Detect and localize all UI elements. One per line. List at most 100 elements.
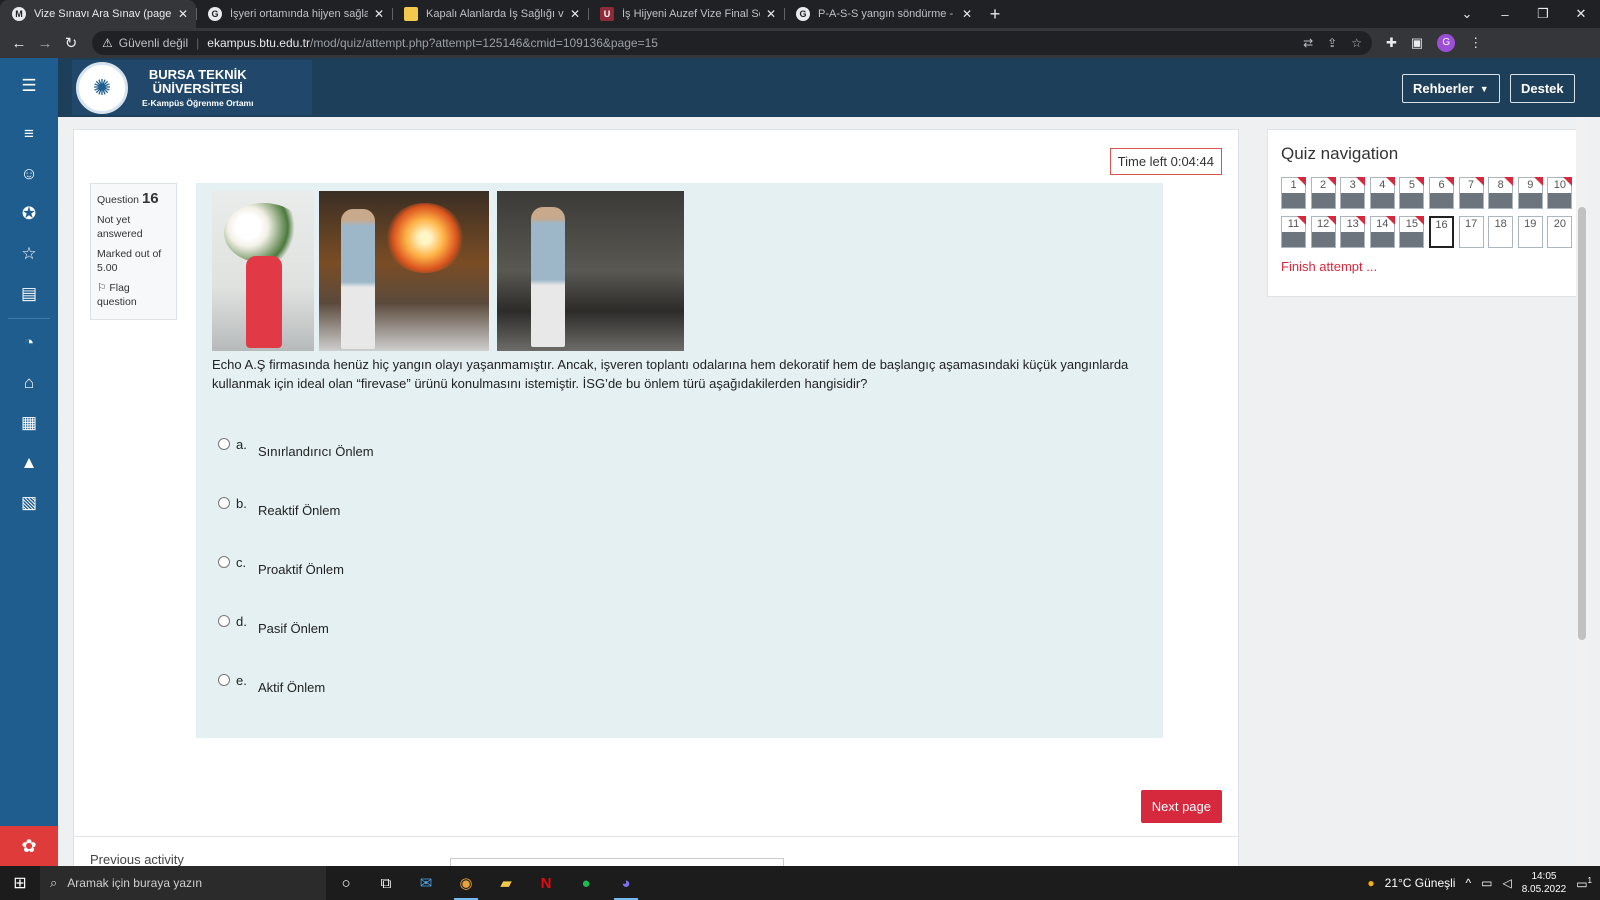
participants-icon[interactable]: ☺ <box>0 154 58 194</box>
tab-search-icon[interactable]: ⌄ <box>1448 6 1486 22</box>
quiz-nav-button-20[interactable]: 20 <box>1547 216 1573 248</box>
quiz-nav-button-2[interactable]: 2 <box>1310 177 1336 209</box>
share-icon[interactable]: ⇪ <box>1327 36 1337 50</box>
menu-dots-icon[interactable]: ⋮ <box>1469 35 1482 51</box>
quiz-nav-button-5[interactable]: 5 <box>1399 177 1425 209</box>
reload-icon[interactable]: ↻ <box>58 34 84 52</box>
quiz-nav-button-19[interactable]: 19 <box>1517 216 1543 248</box>
cortana-icon[interactable]: ○ <box>326 866 366 900</box>
new-tab-icon[interactable]: + <box>980 0 1010 28</box>
answer-option-b[interactable]: b. Reaktif Önlem <box>218 496 340 518</box>
close-tab-icon[interactable]: ✕ <box>766 7 776 21</box>
badge-icon[interactable]: ✪ <box>0 194 58 234</box>
discord-icon[interactable]: ◕ <box>606 866 646 900</box>
address-bar[interactable]: ⚠ Güvenli değil | ekampus.btu.edu.tr/mod… <box>92 31 1372 55</box>
quiz-nav-button-9[interactable]: 9 <box>1517 177 1543 209</box>
answer-option-c[interactable]: c. Proaktif Önlem <box>218 555 344 577</box>
university-logo[interactable]: ✺ BURSA TEKNİK ÜNİVERSİTESİ E-Kampüs Öğr… <box>72 60 312 115</box>
quiz-nav-button-17[interactable]: 17 <box>1458 216 1484 248</box>
task-view-icon[interactable]: ⧉ <box>366 866 406 900</box>
extensions-icon[interactable]: ✚ <box>1386 35 1397 51</box>
quiz-nav-button-4[interactable]: 4 <box>1369 177 1395 209</box>
file-explorer-icon[interactable]: ▰ <box>486 866 526 900</box>
dashboard-icon[interactable]: ◔ <box>0 323 58 363</box>
quiz-nav-button-14[interactable]: 14 <box>1369 216 1395 248</box>
scrollbar-thumb[interactable] <box>1578 207 1586 640</box>
close-window-icon[interactable]: ✕ <box>1562 6 1600 22</box>
profile-avatar[interactable]: G <box>1437 34 1456 52</box>
browser-tab-2[interactable]: G İşyeri ortamında hijyen sağlamad ✕ <box>196 0 392 28</box>
minimize-icon[interactable]: – <box>1486 7 1524 22</box>
side-panel-icon[interactable]: ▣ <box>1411 35 1423 51</box>
back-icon[interactable]: ← <box>6 35 32 52</box>
radio-a[interactable] <box>218 438 230 450</box>
content-bank-icon[interactable]: ▧ <box>0 483 58 523</box>
quiz-nav-button-10[interactable]: 10 <box>1547 177 1573 209</box>
activity-jump-select[interactable] <box>450 858 784 866</box>
star-icon[interactable]: ☆ <box>0 234 58 274</box>
chrome-icon[interactable]: ◉ <box>446 866 486 900</box>
weather-text[interactable]: 21°C Güneşli <box>1385 876 1456 890</box>
calendar-icon[interactable]: ▦ <box>0 403 58 443</box>
forward-icon[interactable]: → <box>32 35 58 52</box>
close-tab-icon[interactable]: ✕ <box>962 7 972 21</box>
radio-c[interactable] <box>218 556 230 568</box>
answer-option-e[interactable]: e. Aktif Önlem <box>218 673 325 695</box>
graduation-cap-icon[interactable]: ▲ <box>0 443 58 483</box>
taskbar-search-box[interactable]: ⌕ Aramak için buraya yazın <box>40 866 326 900</box>
list-icon[interactable]: ≡ <box>0 114 58 154</box>
browser-tab-5[interactable]: G P-A-S-S yangın söndürme - Goo ✕ <box>784 0 980 28</box>
question-marks: Marked out of 5.00 <box>97 248 162 274</box>
home-icon[interactable]: ⌂ <box>0 363 58 403</box>
volume-icon[interactable]: ◁ <box>1502 876 1511 890</box>
quiz-nav-button-1[interactable]: 1 <box>1281 177 1306 209</box>
support-button[interactable]: Destek <box>1510 74 1575 103</box>
quiz-nav-button-6[interactable]: 6 <box>1429 177 1454 209</box>
network-icon[interactable]: ▭ <box>1481 876 1492 890</box>
close-tab-icon[interactable]: ✕ <box>374 7 384 21</box>
accessibility-icon[interactable]: ✿ <box>0 826 58 866</box>
mail-icon[interactable]: ✉ <box>406 866 446 900</box>
quiz-nav-button-15[interactable]: 15 <box>1399 216 1425 248</box>
question-label: Question <box>97 194 140 206</box>
quiz-nav-button-3[interactable]: 3 <box>1340 177 1366 209</box>
quiz-nav-button-16[interactable]: 16 <box>1429 216 1454 248</box>
restore-icon[interactable]: ❐ <box>1524 6 1562 22</box>
page-scrollbar[interactable] <box>1576 117 1588 866</box>
close-tab-icon[interactable]: ✕ <box>570 7 580 21</box>
quiz-nav-button-18[interactable]: 18 <box>1488 216 1514 248</box>
quiz-nav-button-12[interactable]: 12 <box>1310 216 1336 248</box>
quiz-nav-button-8[interactable]: 8 <box>1488 177 1514 209</box>
browser-tab-4[interactable]: U İş Hijyeni Auzef Vize Final Sorula ✕ <box>588 0 784 28</box>
translate-icon[interactable]: ⇄ <box>1303 36 1313 50</box>
quiz-nav-button-13[interactable]: 13 <box>1340 216 1366 248</box>
bookmark-star-icon[interactable]: ☆ <box>1351 36 1362 50</box>
guides-dropdown-button[interactable]: Rehberler ▼ <box>1402 74 1500 103</box>
system-clock[interactable]: 14:05 8.05.2022 <box>1522 870 1567 896</box>
chevron-up-icon[interactable]: ^ <box>1465 876 1471 890</box>
book-icon[interactable]: ▤ <box>0 274 58 314</box>
netflix-icon[interactable]: N <box>526 866 566 900</box>
answer-option-a[interactable]: a. Sınırlandırıcı Önlem <box>218 437 374 459</box>
windows-start-icon[interactable]: ⊞ <box>0 873 40 893</box>
close-tab-icon[interactable]: ✕ <box>178 7 188 21</box>
hamburger-menu-icon[interactable]: ☰ <box>0 58 58 114</box>
quiz-nav-button-11[interactable]: 11 <box>1281 216 1306 248</box>
moodle-favicon-icon: M <box>12 7 26 21</box>
spotify-icon[interactable]: ● <box>566 866 606 900</box>
flag-question-link[interactable]: ⚐ Flag question <box>97 281 170 309</box>
radio-b[interactable] <box>218 497 230 509</box>
separator: | <box>196 36 200 50</box>
radio-d[interactable] <box>218 615 230 627</box>
flag-icon: ⚐ <box>97 282 107 294</box>
radio-e[interactable] <box>218 674 230 686</box>
quiz-nav-button-7[interactable]: 7 <box>1458 177 1484 209</box>
browser-tab-3[interactable]: Kapalı Alanlarda İş Sağlığı ve Gü ✕ <box>392 0 588 28</box>
next-page-button[interactable]: Next page <box>1140 790 1222 823</box>
option-text: Proaktif Önlem <box>258 562 344 577</box>
notification-icon[interactable]: ▭1 <box>1576 876 1592 891</box>
finish-attempt-link[interactable]: Finish attempt ... <box>1281 259 1377 274</box>
browser-tab-1[interactable]: M Vize Sınavı Ara Sınav (page 16 of ✕ <box>0 0 196 28</box>
weather-sun-icon[interactable]: ● <box>1367 876 1374 890</box>
answer-option-d[interactable]: d. Pasif Önlem <box>218 614 329 636</box>
